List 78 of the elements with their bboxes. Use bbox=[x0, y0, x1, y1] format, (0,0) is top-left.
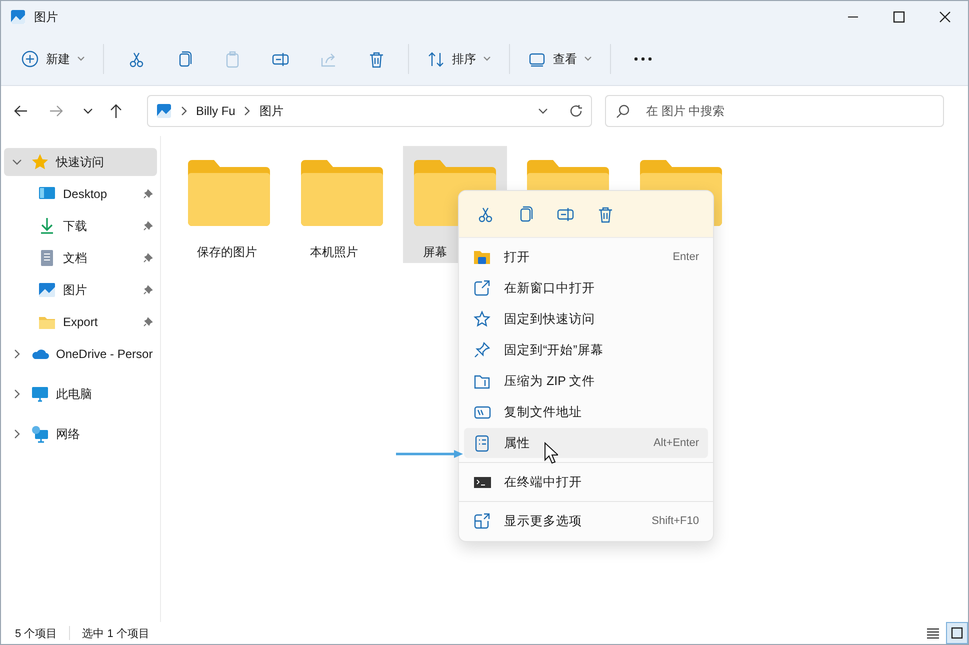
expand-icon bbox=[12, 429, 22, 439]
tiles-view-button[interactable] bbox=[946, 622, 968, 644]
back-icon[interactable] bbox=[13, 103, 29, 119]
sidebar-item[interactable]: 图片 bbox=[4, 276, 157, 304]
sort-button[interactable]: 排序 bbox=[419, 42, 499, 76]
menu-item[interactable]: 复制文件地址 bbox=[464, 397, 708, 427]
sidebar-item[interactable]: 此电脑 bbox=[4, 380, 157, 408]
caret-icon bbox=[77, 56, 85, 62]
sidebar-item[interactable]: 下载 bbox=[4, 212, 157, 240]
cursor-icon bbox=[544, 442, 558, 464]
sidebar-item[interactable]: OneDrive - Persor bbox=[4, 340, 157, 368]
menu-item[interactable]: 压缩为 ZIP 文件 bbox=[464, 366, 708, 396]
annotation-arrow bbox=[396, 450, 464, 458]
caret-icon bbox=[584, 56, 592, 62]
folder-icon bbox=[186, 158, 272, 228]
expand-icon bbox=[12, 389, 22, 399]
breadcrumb[interactable]: Billy Fu bbox=[196, 104, 236, 118]
folder-icon bbox=[299, 158, 385, 228]
pin-icon bbox=[143, 285, 153, 295]
new-icon bbox=[21, 50, 39, 68]
sort-icon bbox=[427, 50, 445, 68]
chevron-icon bbox=[244, 106, 250, 116]
menu-item[interactable]: 显示更多选项 Shift+F10 bbox=[464, 506, 708, 536]
collapse-icon bbox=[12, 157, 22, 167]
pictures-icon bbox=[10, 9, 26, 25]
folder-tile[interactable]: 本机照片 bbox=[290, 146, 394, 263]
menu-item[interactable]: 固定到“开始”屏幕 bbox=[464, 335, 708, 365]
up-icon[interactable] bbox=[108, 103, 124, 119]
menu-item[interactable]: 属性 Alt+Enter bbox=[464, 428, 708, 458]
menu-item[interactable]: 在新窗口中打开 bbox=[464, 273, 708, 303]
refresh-icon[interactable] bbox=[569, 104, 583, 118]
more-icon[interactable] bbox=[634, 57, 652, 61]
network-icon bbox=[31, 425, 49, 443]
caret-icon bbox=[483, 56, 491, 62]
forward-icon[interactable] bbox=[48, 103, 64, 119]
shortcut-text: Alt+Enter bbox=[653, 437, 699, 449]
sidebar-item[interactable]: Export bbox=[4, 308, 157, 336]
new-button[interactable]: 新建 bbox=[13, 42, 93, 76]
download-icon bbox=[38, 217, 56, 235]
star-icon bbox=[473, 310, 492, 328]
search-field[interactable]: 在 图片 中搜索 bbox=[605, 95, 944, 127]
folder-tile[interactable]: 保存的图片 bbox=[177, 146, 281, 263]
shortcut-text: Enter bbox=[672, 251, 699, 263]
shortcut-text: Shift+F10 bbox=[652, 515, 699, 527]
view-button[interactable]: 查看 bbox=[520, 42, 600, 76]
sidebar-item[interactable]: 文档 bbox=[4, 244, 157, 272]
search-icon bbox=[616, 104, 630, 118]
more-options-icon bbox=[473, 512, 492, 530]
sidebar-item[interactable]: 网络 bbox=[4, 420, 157, 448]
status-text: 选中 1 个项目 bbox=[82, 626, 150, 640]
dropdown-icon[interactable] bbox=[538, 108, 548, 114]
list-icon bbox=[926, 626, 940, 640]
star-icon bbox=[31, 153, 49, 171]
recent-icon[interactable] bbox=[83, 107, 93, 115]
pin-icon bbox=[143, 317, 153, 327]
pictures-icon bbox=[38, 281, 56, 299]
menu-item[interactable]: 在终端中打开 bbox=[464, 467, 708, 497]
tiles-icon bbox=[950, 626, 964, 640]
document-icon bbox=[38, 249, 56, 267]
sidebar-item[interactable]: 快速访问 bbox=[4, 148, 157, 176]
pictures-icon bbox=[156, 103, 172, 119]
chevron-icon bbox=[181, 106, 187, 116]
address-bar[interactable]: Billy Fu 图片 bbox=[147, 95, 592, 127]
menu-item[interactable]: 固定到快速访问 bbox=[464, 304, 708, 334]
pin-icon bbox=[473, 340, 492, 360]
window-title: 图片 bbox=[34, 8, 58, 26]
pin-icon bbox=[143, 221, 153, 231]
new-window-icon bbox=[473, 278, 492, 298]
pin-icon bbox=[143, 253, 153, 263]
sidebar-item[interactable]: Desktop bbox=[4, 180, 157, 208]
breadcrumb[interactable]: 图片 bbox=[259, 102, 284, 120]
monitor-icon bbox=[31, 385, 49, 403]
folder-name: 本机照片 bbox=[309, 244, 358, 261]
pin-icon bbox=[143, 189, 153, 199]
folder-name: 保存的图片 bbox=[196, 244, 257, 261]
expand-icon bbox=[12, 349, 22, 359]
folder-name: 屏幕 bbox=[422, 244, 447, 261]
status-text: 5 个项目 bbox=[15, 626, 58, 640]
